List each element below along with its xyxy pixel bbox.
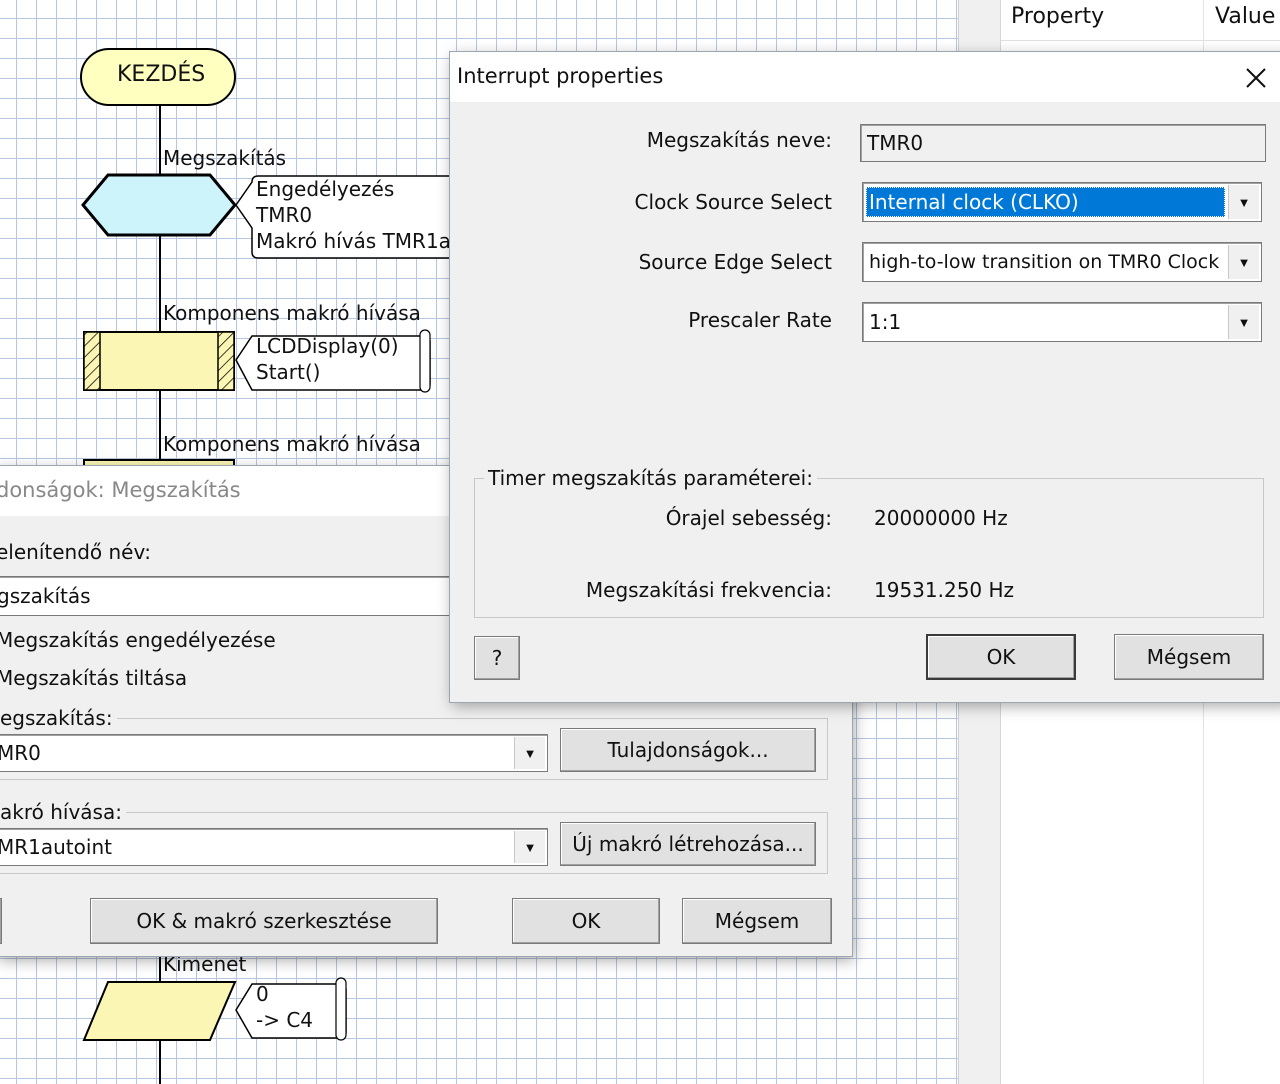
clock-speed-value: 20000000 Hz — [874, 506, 1008, 530]
radio-disable-interrupt[interactable]: Megszakítás tiltása — [0, 666, 187, 690]
properties-button[interactable]: Tulajdonságok... — [560, 728, 816, 772]
close-icon[interactable] — [1232, 58, 1280, 98]
display-name-label: elenítendő név: — [0, 540, 151, 564]
new-macro-button[interactable]: Új makró létrehozása... — [560, 822, 816, 866]
chevron-down-icon[interactable]: ▼ — [1228, 305, 1259, 339]
chevron-down-icon[interactable]: ▼ — [1228, 185, 1259, 219]
prescaler-select[interactable]: 1:1 ▼ — [862, 302, 1262, 342]
interrupt-select[interactable]: MR0 ▼ — [0, 734, 548, 772]
dialog-title: Interrupt properties — [457, 64, 664, 88]
prescaler-value: 1:1 — [869, 310, 902, 334]
back-ok-button[interactable]: OK — [512, 898, 660, 944]
interrupt-line-2: TMR0 — [256, 203, 313, 227]
clock-source-select[interactable]: Internal clock (CLKO) ▼ — [862, 182, 1262, 222]
help-button-partial[interactable] — [0, 898, 2, 944]
ok-button[interactable]: OK — [926, 634, 1076, 680]
component-macro-title-2: Komponens makró hívása — [163, 432, 421, 456]
interrupt-select-value: MR0 — [0, 741, 41, 765]
interrupt-hexagon-shape — [81, 173, 237, 237]
back-dialog-title: donságok: Megszakítás — [0, 478, 241, 502]
component-macro-title-1: Komponens makró hívása — [163, 301, 421, 325]
component-macro-line-1: LCDDisplay(0) — [256, 334, 399, 358]
help-button[interactable]: ? — [474, 636, 520, 680]
cancel-button[interactable]: Mégsem — [1114, 634, 1264, 680]
display-name-field[interactable]: gszakítás — [0, 576, 452, 616]
ok-edit-macro-button[interactable]: OK & makró szerkesztése — [90, 898, 438, 944]
radio-enable-interrupt[interactable]: Megszakítás engedélyezése — [0, 628, 276, 652]
macro-select[interactable]: MR1autoint ▼ — [0, 828, 548, 866]
prescaler-label: Prescaler Rate — [688, 308, 832, 332]
interrupt-frequency-label: Megszakítási frekvencia: — [585, 578, 832, 602]
interrupt-properties-dialog: Interrupt properties Megszakítás neve: T… — [450, 52, 1280, 702]
back-cancel-button[interactable]: Mégsem — [682, 898, 832, 944]
interrupt-frequency-value: 19531.250 Hz — [874, 578, 1015, 602]
chevron-down-icon[interactable]: ▼ — [514, 831, 545, 863]
chevron-down-icon[interactable]: ▼ — [514, 737, 545, 769]
interrupt-name-field: TMR0 — [860, 124, 1266, 162]
start-label: KEZDÉS — [117, 62, 206, 87]
interrupt-name-value: TMR0 — [867, 131, 924, 155]
source-edge-label: Source Edge Select — [638, 250, 832, 274]
source-edge-value: high-to-low transition on TMR0 Clock — [869, 251, 1220, 273]
interrupt-name-label: Megszakítás neve: — [646, 128, 832, 152]
output-parallelogram-shape — [82, 981, 237, 1041]
output-line-2: -> C4 — [256, 1008, 314, 1032]
display-name-value: gszakítás — [0, 584, 91, 608]
column-header-value[interactable]: Value — [1215, 4, 1275, 29]
component-macro-shape — [83, 331, 235, 391]
clock-source-label: Clock Source Select — [634, 190, 832, 214]
source-edge-select[interactable]: high-to-low transition on TMR0 Clock ▼ — [862, 242, 1262, 282]
output-line-1: 0 — [256, 982, 269, 1006]
timer-parameters-title: Timer megszakítás paraméterei: — [484, 466, 817, 490]
interrupt-title: Megszakítás — [163, 146, 287, 170]
interrupt-line-1: Engedélyezés — [256, 177, 395, 201]
macro-select-value: MR1autoint — [0, 835, 112, 859]
component-macro-line-2: Start() — [256, 360, 321, 384]
interrupt-group-title: egszakítás: — [0, 706, 117, 730]
clock-source-value: Internal clock (CLKO) — [869, 190, 1079, 214]
clock-speed-label: Órajel sebesség: — [665, 506, 832, 530]
chevron-down-icon[interactable]: ▼ — [1228, 245, 1259, 279]
interrupt-line-3: Makró hívás TMR1a — [256, 229, 451, 253]
column-header-property[interactable]: Property — [1011, 4, 1104, 29]
macro-group-title: akró hívása: — [0, 800, 126, 824]
